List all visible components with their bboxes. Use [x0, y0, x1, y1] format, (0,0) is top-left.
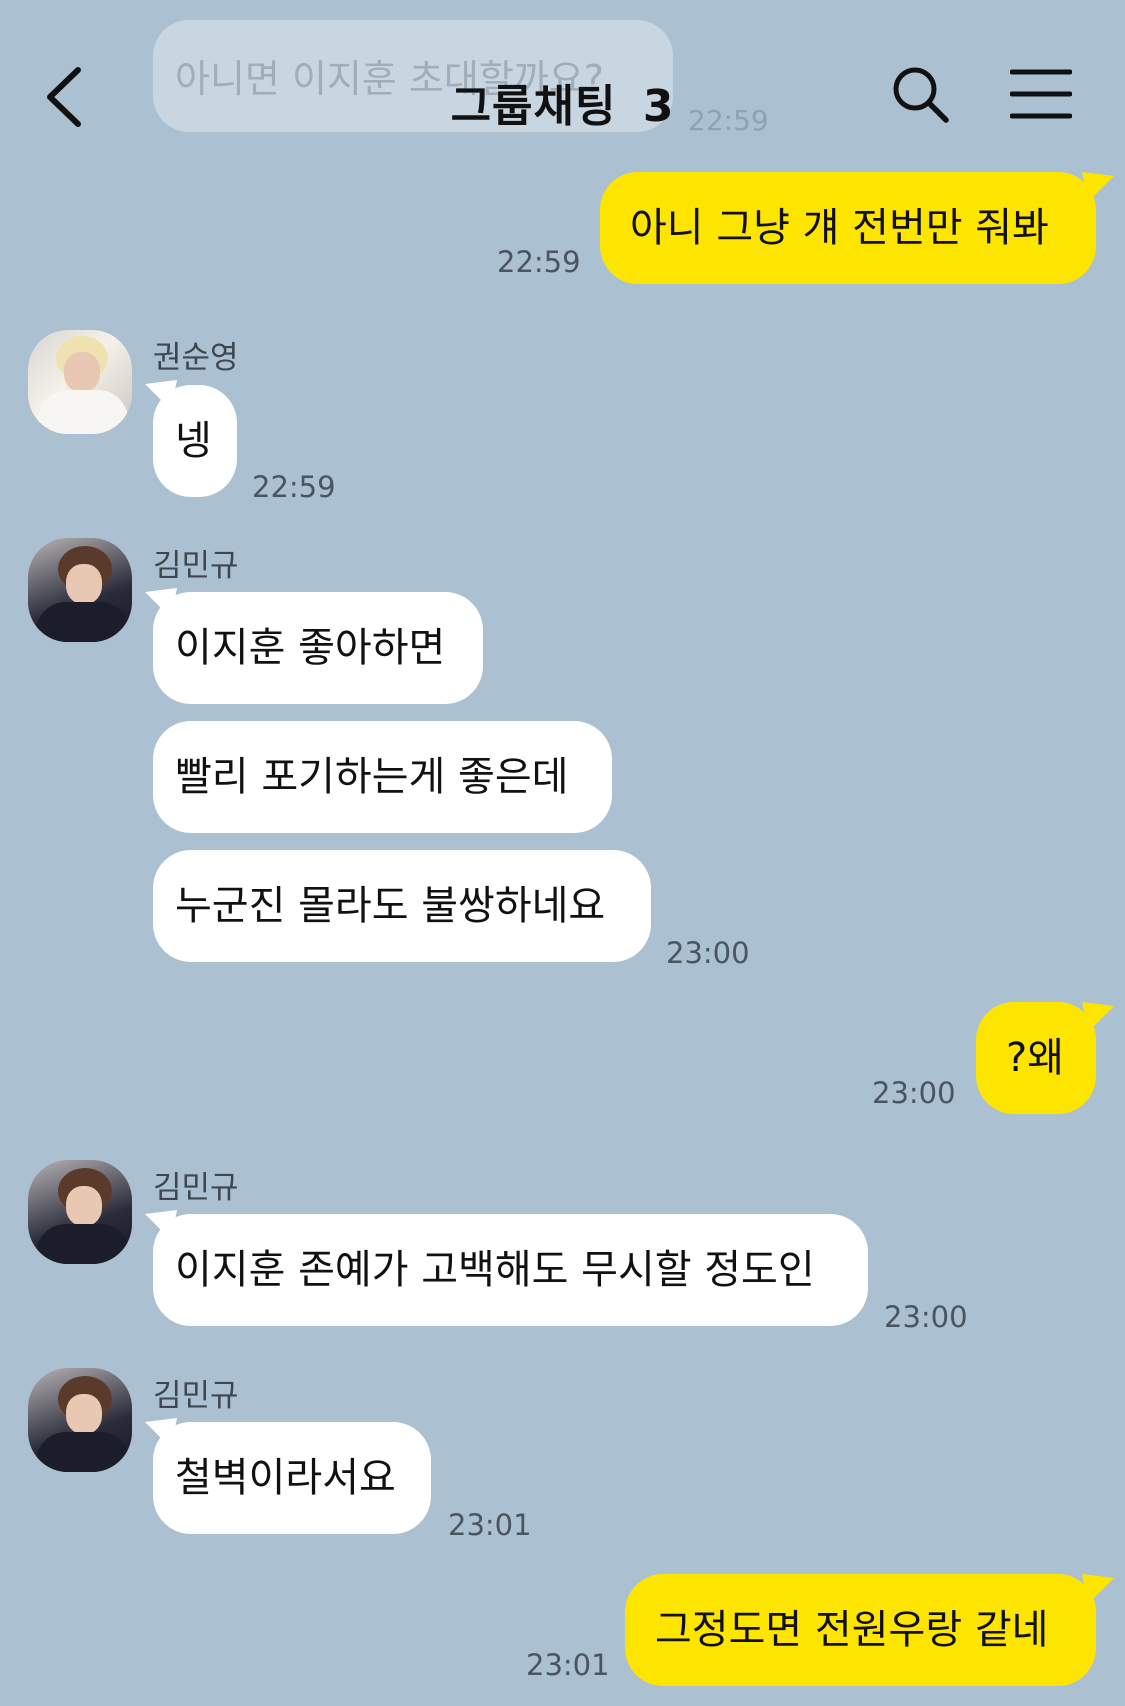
bubble-tail — [1082, 1574, 1114, 1604]
message-time: 23:01 — [526, 1648, 610, 1682]
my-message-bubble[interactable]: 아니 그냥 걔 전번만 줘봐 — [600, 172, 1096, 284]
message-bubble[interactable]: 이지훈 존예가 고백해도 무시할 정도인 — [153, 1214, 868, 1326]
bubble-tail — [1082, 1002, 1114, 1032]
message-bubble[interactable]: 누군진 몰라도 불쌍하네요 — [153, 850, 651, 962]
message-bubble[interactable]: 빨리 포기하는게 좋은데 — [153, 721, 612, 833]
message-bubble[interactable]: 넹 — [153, 385, 237, 497]
message-bubble[interactable]: 이지훈 좋아하면 — [153, 592, 483, 704]
message-time: 22:59 — [497, 245, 581, 279]
chat-title-text: 그룹채팅 — [450, 81, 617, 132]
sender-name: 권순영 — [153, 340, 239, 376]
chat-header: 아니면 이지훈 초대할까요? 22:59 그룹채팅 3 — [0, 0, 1125, 160]
avatar[interactable] — [28, 330, 132, 434]
my-message-bubble[interactable]: 그정도면 전원우랑 같네 — [625, 1574, 1096, 1686]
sender-name: 김민규 — [153, 1170, 239, 1206]
sender-name: 김민규 — [153, 1378, 239, 1414]
search-icon[interactable] — [890, 64, 950, 124]
message-time: 23:01 — [448, 1508, 532, 1542]
hamburger-menu-icon[interactable] — [1010, 66, 1072, 122]
chat-title: 그룹채팅 3 — [0, 70, 1125, 134]
message-time: 23:00 — [884, 1300, 968, 1334]
avatar[interactable] — [28, 1160, 132, 1264]
sender-name: 김민규 — [153, 548, 239, 584]
message-bubble[interactable]: 철벽이라서요 — [153, 1422, 431, 1534]
avatar[interactable] — [28, 1368, 132, 1472]
my-message-bubble[interactable]: ?왜 — [976, 1002, 1096, 1114]
bubble-tail — [1082, 172, 1114, 202]
avatar[interactable] — [28, 538, 132, 642]
message-time: 23:00 — [872, 1076, 956, 1110]
message-time: 22:59 — [252, 470, 336, 504]
member-count: 3 — [642, 81, 675, 132]
message-time: 23:00 — [666, 936, 750, 970]
